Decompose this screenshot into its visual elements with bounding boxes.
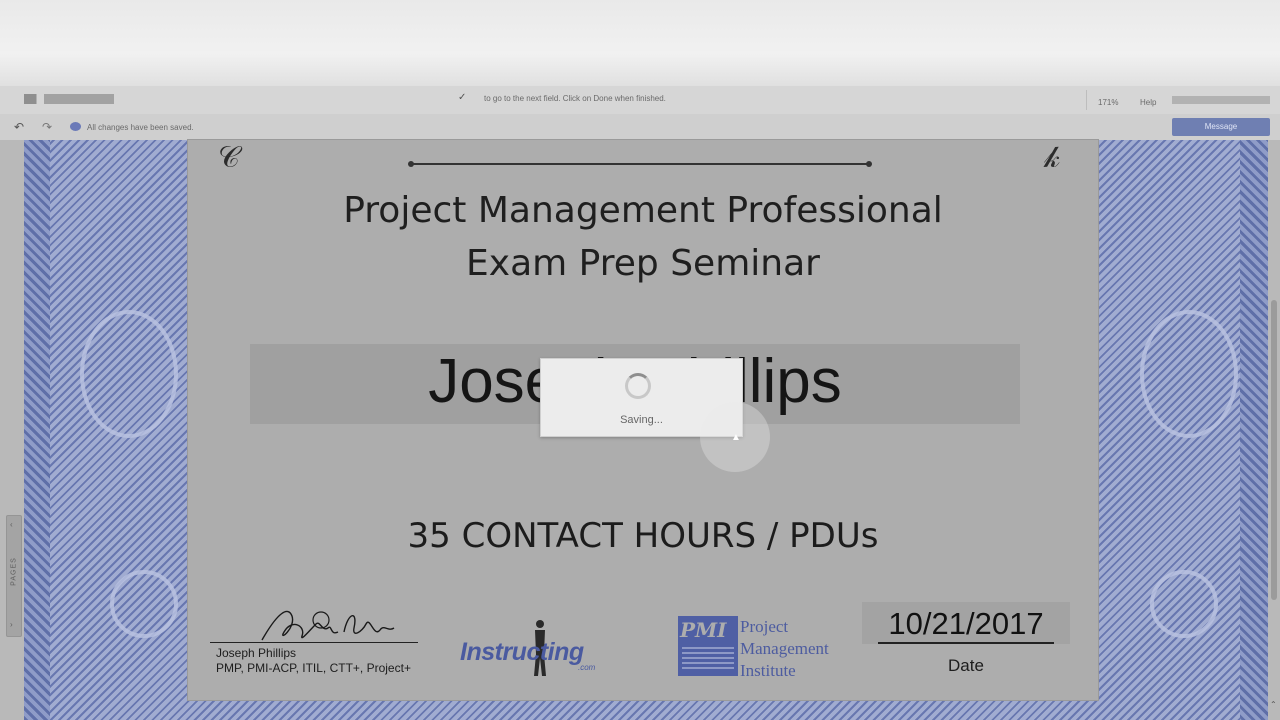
vertical-scrollbar[interactable]: ⌃ [1268, 140, 1280, 720]
pages-label: PAGES [10, 557, 18, 586]
signature-image [261, 610, 395, 641]
date-value: 10/21/2017 [888, 606, 1044, 641]
field-hint: to go to the next field. Click on Done w… [484, 94, 666, 103]
check-icon: ✓ [458, 92, 467, 103]
heading-flourish-right: 𝓀 [1044, 140, 1061, 175]
zoom-level[interactable]: 171% [1098, 98, 1118, 107]
signer-name: Joseph Phillips [216, 646, 297, 660]
signer-credentials: PMP, PMI-ACP, ITIL, CTT+, Project+ [216, 661, 411, 675]
left-rail: ‹ PAGES › [0, 140, 24, 720]
pmi-logo-bars [682, 646, 734, 672]
pmi-logo: PMI [678, 616, 738, 676]
date-label: Date [948, 656, 984, 675]
chevron-down-icon[interactable]: › [10, 620, 13, 629]
date-line [878, 642, 1054, 644]
instructing-logo-text: Instructing [460, 638, 584, 666]
pmi-logo-letters: PMI [680, 618, 727, 642]
account-menu[interactable] [1172, 96, 1270, 104]
app-logo [24, 94, 114, 104]
heading-flourish-left: 𝒞 [218, 140, 240, 175]
mouse-cursor-icon: ▲ [731, 432, 741, 443]
signature-line [210, 642, 418, 643]
instructing-logo: Instructing .com [450, 618, 650, 682]
browser-chrome [0, 0, 1280, 90]
pmi-wordmark: Project Management Institute [740, 616, 829, 682]
redo-icon[interactable]: ↷ [42, 120, 52, 134]
message-button[interactable]: Message [1172, 118, 1270, 136]
save-bar: ↶ ↷ All changes have been saved. Message [0, 114, 1280, 141]
course-title: Project Management Professional [343, 190, 943, 231]
instructing-logo-sub: .com [578, 663, 596, 672]
pages-tab[interactable]: ‹ PAGES › [6, 515, 22, 637]
undo-icon[interactable]: ↶ [14, 120, 24, 134]
contact-hours: 35 CONTACT HOURS / PDUs [407, 516, 879, 556]
border-ornament-right-lower [1150, 570, 1218, 638]
pmi-line-2: Management [740, 639, 829, 658]
toolbar-divider [1086, 90, 1087, 110]
decorative-rule [408, 161, 872, 167]
pmi-line-1: Project [740, 617, 789, 636]
chat-icon [70, 122, 81, 131]
scroll-up-icon[interactable]: ⌃ [1270, 700, 1277, 709]
border-ornament-right [1140, 310, 1238, 438]
loading-spinner-icon [625, 373, 651, 399]
course-subtitle: Exam Prep Seminar [466, 243, 820, 284]
date-field[interactable]: 10/21/2017 [862, 602, 1070, 644]
pmi-line-3: Institute [740, 661, 796, 680]
border-ornament-left-lower [110, 570, 178, 638]
save-status: All changes have been saved. [87, 123, 194, 132]
chevron-up-icon[interactable]: ‹ [10, 520, 13, 529]
scroll-thumb[interactable] [1271, 300, 1277, 600]
help-button[interactable]: Help [1140, 98, 1156, 107]
border-ornament-left [80, 310, 178, 438]
app-toolbar: ✓ to go to the next field. Click on Done… [0, 86, 1280, 115]
